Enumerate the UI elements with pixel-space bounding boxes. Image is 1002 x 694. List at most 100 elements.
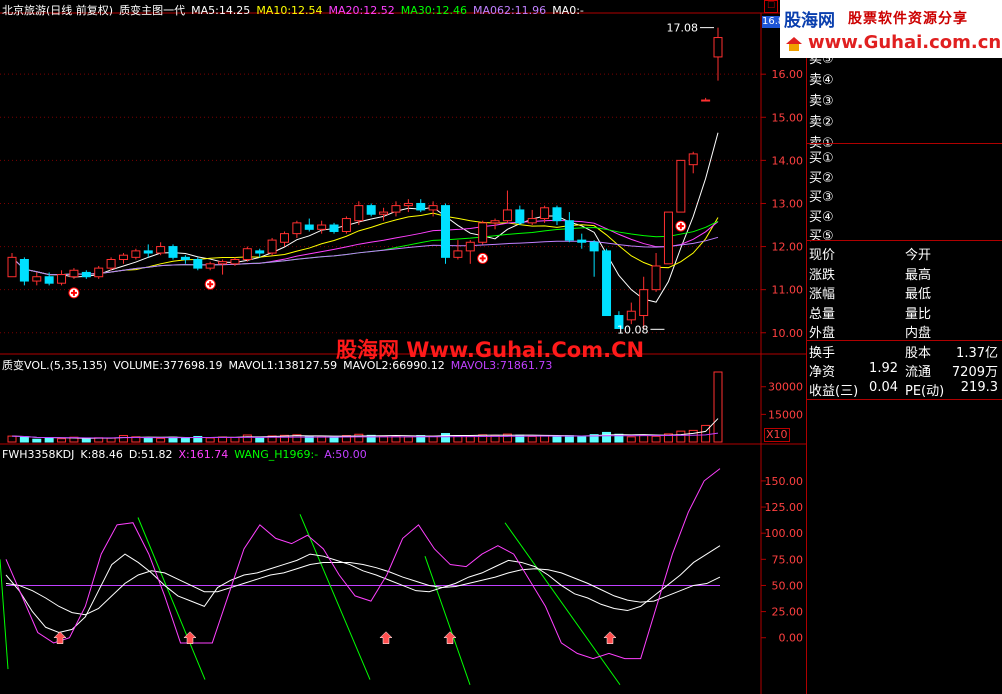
ask-level-label: 卖④ xyxy=(809,73,834,88)
volume-bar xyxy=(242,434,252,443)
candle-body xyxy=(230,258,240,265)
candle-body xyxy=(205,263,215,269)
volume-bar xyxy=(403,436,413,443)
stock-title[interactable]: 北京旅游(日线 前复权) xyxy=(2,4,113,17)
y-tick-label: 15.00 xyxy=(772,111,804,124)
watermark-text: 股海网 Www.Guhai.Com.CN xyxy=(336,338,645,362)
kdj-legend-item: A:50.00 xyxy=(324,448,367,461)
candle-body xyxy=(366,205,376,215)
candle-body xyxy=(156,246,166,254)
candle-body xyxy=(515,209,525,224)
site-slogan: 股票软件资源分享 xyxy=(848,11,968,27)
candle-body xyxy=(69,269,79,278)
y-tick-label: 150.00 xyxy=(765,475,804,488)
ma-legend-item: MA10:12.54 xyxy=(256,4,323,17)
candle-body xyxy=(255,250,265,254)
volume-bar xyxy=(577,435,587,443)
fundamental-label: 换手 xyxy=(809,346,836,361)
candle-body xyxy=(118,254,128,260)
volume-bar xyxy=(81,438,91,443)
volume-bar xyxy=(676,430,686,443)
top-price-tag: 16.8 xyxy=(762,16,785,28)
ma-line xyxy=(11,132,719,303)
candle-body xyxy=(180,256,190,260)
candle-body xyxy=(713,37,723,58)
candle-body xyxy=(242,248,252,260)
divider xyxy=(806,340,1002,341)
volume-bar xyxy=(713,371,723,443)
kdj-legend-item: WANG_H1969:- xyxy=(234,448,319,461)
kdj-legend-item: D:51.82 xyxy=(128,448,173,461)
y-tick-label: 30000 xyxy=(768,381,803,394)
volume-bar xyxy=(32,438,42,443)
ma-legend-item: MA5:14.25 xyxy=(191,4,251,17)
candle-body xyxy=(106,258,116,269)
kdj-wang-line xyxy=(424,556,471,685)
candle-body xyxy=(527,218,537,224)
y-tick-label: 13.00 xyxy=(772,197,804,210)
candle-body xyxy=(143,250,153,254)
volume-bar xyxy=(230,436,240,443)
fundamental-value: 0.04 xyxy=(869,380,898,395)
ma-legend-item: MA20:12.52 xyxy=(328,4,395,17)
y-tick-label: 12.00 xyxy=(772,241,804,254)
bid-level-label: 买① xyxy=(809,151,834,166)
volume-bar xyxy=(478,434,488,443)
y-tick-label: 75.00 xyxy=(772,553,804,566)
candle-body xyxy=(354,205,364,222)
candle-body xyxy=(32,276,42,282)
bid-level-label: 买③ xyxy=(809,190,834,205)
ma-legend-item: MA0:- xyxy=(552,4,584,17)
ma-line xyxy=(11,219,719,276)
bid-level-label: 买② xyxy=(809,170,834,186)
candle-body xyxy=(577,239,587,243)
house-icon xyxy=(786,37,802,51)
volume-bar xyxy=(143,437,153,443)
volume-bar xyxy=(465,435,475,443)
candle-body xyxy=(341,218,351,232)
bid-level-label: 买④ xyxy=(809,209,834,225)
fundamental-value: 1.92 xyxy=(869,361,898,376)
candle-body xyxy=(317,224,327,230)
volume-bar xyxy=(527,435,537,443)
site-banner[interactable]: 股海网 股票软件资源分享 www.Guhai.com.cn xyxy=(780,0,1002,58)
divider xyxy=(806,143,1002,144)
kdj-wang-line xyxy=(137,517,206,680)
kdj-legend-item: K:88.46 xyxy=(80,448,123,461)
volume-bar xyxy=(602,431,612,443)
ma-legend: MA5:14.25 MA10:12.54 MA20:12.52 MA30:12.46 M… xyxy=(191,4,590,17)
candle-body xyxy=(304,224,314,230)
ask-level-label: 卖② xyxy=(809,115,834,130)
y-tick-label: 15000 xyxy=(768,408,803,421)
volume-bar xyxy=(651,435,661,443)
candle-body xyxy=(639,289,649,317)
stat-label: 外盘 xyxy=(809,326,836,341)
volume-bar xyxy=(156,437,166,443)
volume-bar xyxy=(354,433,364,443)
candle-body xyxy=(81,271,91,278)
fundamental-label: 股本 xyxy=(905,346,932,361)
candle-body xyxy=(292,222,302,235)
volume-indicator-name[interactable]: 质变VOL.(5,35,135) xyxy=(2,359,107,372)
fundamental-label: PE(动) xyxy=(905,384,945,399)
y-tick-label: 0.00 xyxy=(779,632,804,645)
panel-toggle-button[interactable]: ☐ xyxy=(764,0,778,13)
volume-legend-item: VOLUME:377698.19 xyxy=(113,359,223,372)
stat-label: 涨幅 xyxy=(809,287,836,302)
y-tick-label: 14.00 xyxy=(772,154,804,167)
kdj-legend: K:88.46 D:51.82 X:161.74 WANG_H1969:- A:50.0… xyxy=(80,448,372,461)
volume-bar xyxy=(118,435,128,443)
candle-body xyxy=(7,256,17,278)
candle-body xyxy=(44,276,54,284)
candle-body xyxy=(279,233,289,243)
kdj-buy-arrow xyxy=(379,631,393,644)
fundamental-value: 1.37亿 xyxy=(956,346,998,361)
candle-body xyxy=(688,153,698,166)
stat-label: 现价 xyxy=(809,248,836,263)
candle-body xyxy=(57,274,67,284)
candle-body xyxy=(441,205,451,258)
kdj-indicator-name[interactable]: FWH3358KDJ xyxy=(2,448,74,461)
candle-body xyxy=(552,207,562,222)
price-chart-header: 北京旅游(日线 前复权) 质变主图一代 MA5:14.25 MA10:12.54 MA2… xyxy=(2,2,596,18)
volume-bar xyxy=(7,435,17,443)
